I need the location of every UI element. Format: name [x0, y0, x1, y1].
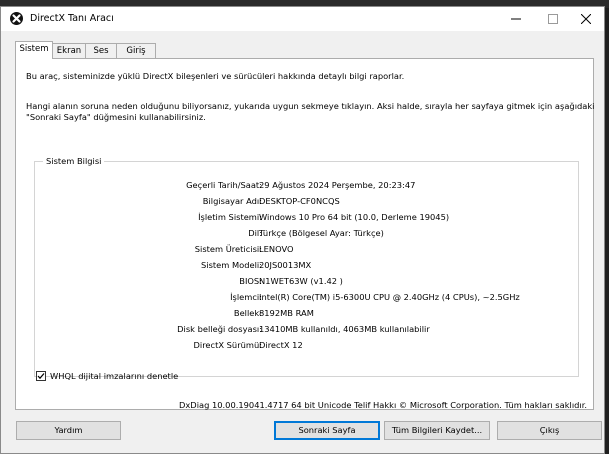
minimize-button[interactable] [498, 7, 534, 31]
tab-ses[interactable]: Ses [85, 43, 117, 58]
info-value: Windows 10 Pro 64 bit (10.0, Derleme 190… [259, 212, 450, 222]
info-value: DirectX 12 [259, 340, 303, 350]
minimize-icon [511, 18, 521, 20]
help-button-label: Yardım [54, 425, 83, 435]
maximize-button[interactable] [535, 7, 571, 31]
directx-icon [10, 12, 23, 25]
info-label: İşletim Sistemi: [198, 212, 262, 222]
window-title: DirectX Tanı Aracı [30, 13, 114, 24]
intro-text-2: Hangi alanın soruna neden olduğunu biliy… [26, 101, 595, 111]
info-value: 29 Ağustos 2024 Perşembe, 20:23:47 [259, 180, 416, 190]
info-row-computer-name: Bilgisayar Adı: DESKTOP-CF0NCQS [35, 196, 578, 208]
info-label: Geçerli Tarih/Saat: [186, 180, 262, 190]
info-row-memory: Bellek: 8192MB RAM [35, 308, 578, 320]
info-row-os: İşletim Sistemi: Windows 10 Pro 64 bit (… [35, 212, 578, 224]
intro-text-3: "Sonraki Sayfa" düğmesini kullanabilirsi… [26, 112, 206, 122]
info-value: 20JS0013MX [259, 260, 312, 270]
tab-sistem-label: Sistem [19, 44, 49, 54]
info-value: 8192MB RAM [259, 308, 314, 318]
info-row-directx-version: DirectX Sürümü: DirectX 12 [35, 340, 578, 352]
exit-button[interactable]: Çıkış [497, 421, 602, 440]
info-row-model: Sistem Modeli: 20JS0013MX [35, 260, 578, 272]
tab-giris[interactable]: Giriş [116, 43, 156, 58]
info-value: Intel(R) Core(TM) i5-6300U CPU @ 2.40GHz… [259, 292, 520, 302]
info-label: Sistem Modeli: [201, 260, 262, 270]
version-copyright-text: DxDiag 10.00.19041.4717 64 bit Unicode T… [179, 400, 587, 410]
tab-ekran[interactable]: Ekran [52, 43, 86, 58]
info-row-processor: İşlemci: Intel(R) Core(TM) i5-6300U CPU … [35, 292, 578, 304]
close-button[interactable] [568, 7, 604, 31]
info-row-pagefile: Disk belleği dosyası: 13410MB kullanıldı… [35, 324, 578, 336]
tab-ekran-label: Ekran [56, 46, 82, 56]
system-info-group-title: Sistem Bilgisi [43, 156, 105, 166]
checkmark-icon [37, 373, 45, 380]
info-value: 13410MB kullanıldı, 4063MB kullanılabili… [259, 324, 430, 334]
help-button[interactable]: Yardım [16, 421, 121, 440]
whql-checkbox[interactable] [36, 371, 46, 381]
tab-ses-label: Ses [93, 46, 109, 56]
next-page-button-label: Sonraki Sayfa [298, 425, 356, 435]
next-page-button[interactable]: Sonraki Sayfa [274, 421, 380, 440]
tab-sistem[interactable]: Sistem [15, 41, 53, 59]
maximize-icon [548, 14, 558, 24]
tab-giris-label: Giriş [126, 46, 146, 56]
info-label: İşlemci: [230, 292, 262, 302]
sistem-tab-panel: Bu araç, sisteminizde yüklü DirectX bile… [15, 58, 594, 410]
info-value: DESKTOP-CF0NCQS [259, 196, 340, 206]
exit-button-label: Çıkış [539, 425, 560, 435]
info-label: Sistem Üreticisi: [194, 244, 262, 254]
save-all-information-button[interactable]: Tüm Bilgileri Kaydet... [384, 421, 490, 440]
intro-text-1: Bu araç, sisteminizde yüklü DirectX bile… [26, 71, 405, 81]
info-value: LENOVO [259, 244, 294, 254]
title-bar[interactable]: DirectX Tanı Aracı [1, 7, 604, 31]
dxdiag-window: DirectX Tanı Aracı Sistem Ekran Ses Giri… [0, 6, 605, 454]
info-label: Disk belleği dosyası: [177, 324, 262, 334]
info-label: Bilgisayar Adı: [202, 196, 262, 206]
info-row-manufacturer: Sistem Üreticisi: LENOVO [35, 244, 578, 256]
info-label: Bellek: [233, 308, 262, 318]
info-row-date: Geçerli Tarih/Saat: 29 Ağustos 2024 Perş… [35, 180, 578, 192]
save-all-information-button-label: Tüm Bilgileri Kaydet... [391, 425, 483, 435]
info-row-bios: BIOS: N1WET63W (v1.42 ) [35, 276, 578, 288]
system-info-group: Sistem Bilgisi Geçerli Tarih/Saat: 29 Ağ… [34, 156, 579, 377]
info-label: DirectX Sürümü: [193, 340, 263, 350]
info-value: N1WET63W (v1.42 ) [259, 276, 343, 286]
close-icon [581, 14, 591, 24]
info-row-language: Dil: Türkçe (Bölgesel Ayar: Türkçe) [35, 228, 578, 240]
whql-checkbox-label[interactable]: WHQL dijital imzalarını denetle [50, 371, 178, 382]
info-value: Türkçe (Bölgesel Ayar: Türkçe) [259, 228, 384, 238]
